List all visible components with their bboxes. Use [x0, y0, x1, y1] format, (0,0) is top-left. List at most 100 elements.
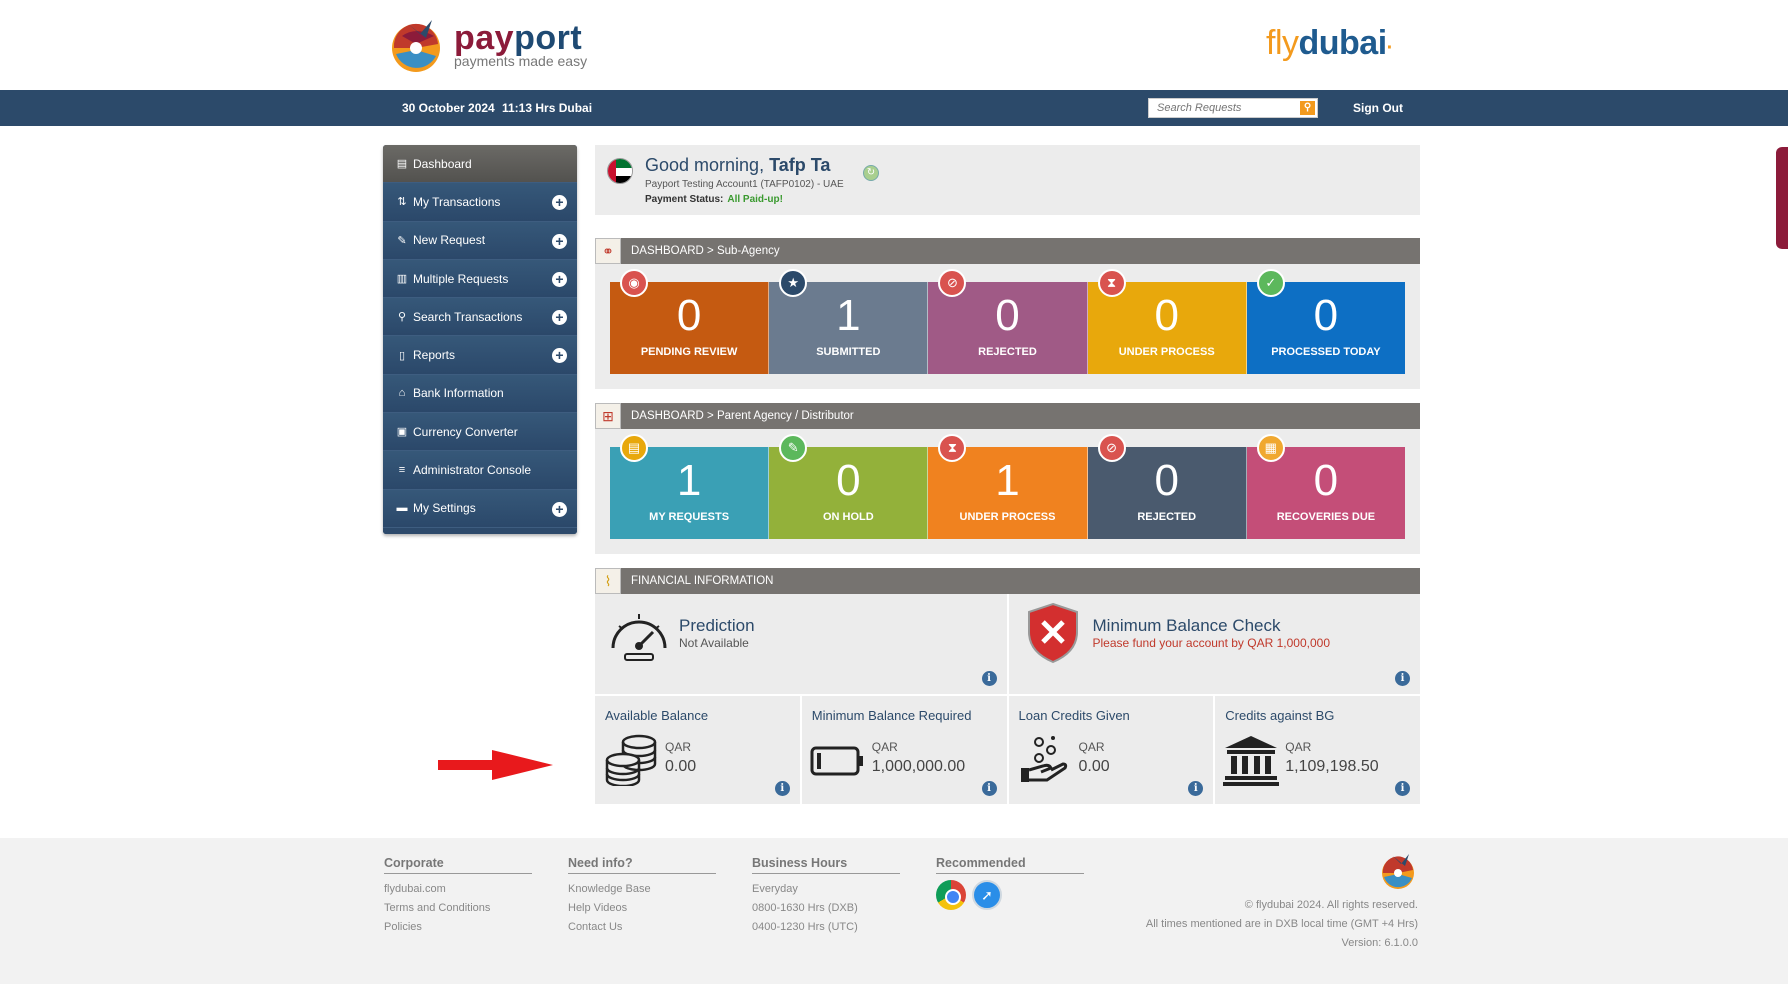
tile-my-requests[interactable]: ▤ 1 MY REQUESTS	[610, 434, 770, 539]
signout-link[interactable]: Sign Out	[1353, 101, 1403, 115]
tile-under-process[interactable]: ⧗ 1 UNDER PROCESS	[928, 434, 1088, 539]
greeting-salutation: Good morning,	[645, 155, 765, 175]
footer-link[interactable]: Terms and Conditions	[384, 899, 532, 918]
footer-link[interactable]: Knowledge Base	[568, 880, 716, 899]
search-icon[interactable]: ⚲	[1300, 101, 1315, 115]
tile-value: 1	[836, 291, 861, 340]
info-icon[interactable]: i	[981, 671, 997, 686]
feedback-tab[interactable]	[1776, 147, 1788, 249]
eye-icon: ◉	[620, 269, 648, 297]
search-icon: ⚲	[397, 311, 407, 324]
sidebar-item-label: Reports	[413, 348, 456, 363]
sidebar-item-label: Search Transactions	[413, 309, 523, 324]
footer-heading: Recommended	[936, 856, 1084, 874]
briefcase-icon: ▬	[396, 502, 408, 515]
tile-label: PENDING REVIEW	[640, 346, 738, 358]
star-icon: ★	[779, 269, 808, 297]
info-icon[interactable]: i	[981, 781, 997, 796]
search-requests-input[interactable]	[1149, 99, 1299, 117]
sidebar-item-administrator-console[interactable]: ≡ Administrator Console	[383, 451, 577, 490]
tile-under-process[interactable]: ⧗ 0 UNDER PROCESS	[1087, 269, 1247, 374]
speedometer-icon	[611, 614, 667, 661]
payport-footer-logo-icon	[1382, 854, 1414, 889]
footer-link[interactable]: flydubai.com	[384, 880, 532, 899]
sidebar-item-new-request[interactable]: ✎ New Request +	[383, 221, 577, 260]
sidebar-item-label: My Settings	[413, 501, 476, 516]
flydubai-logo[interactable]: flydubai·	[1266, 24, 1393, 63]
copyright-text: © flydubai 2024. All rights reserved.	[1244, 899, 1418, 911]
sidebar-item-label: Administrator Console	[413, 463, 532, 478]
expand-plus-icon[interactable]: +	[552, 501, 567, 517]
sidebar-item-multiple-requests[interactable]: ▥ Multiple Requests +	[383, 259, 577, 299]
balance-title: Available Balance	[605, 708, 709, 723]
sidebar-item-reports[interactable]: ▯ Reports +	[383, 336, 577, 375]
min-balance-title: Minimum Balance Check	[1092, 616, 1281, 635]
sidebar-item-currency-converter[interactable]: ▣ Currency Converter	[383, 413, 577, 452]
tile-rejected[interactable]: ⊘ 0 REJECTED	[928, 269, 1088, 374]
footer-corporate: Corporate flydubai.com Terms and Conditi…	[384, 856, 532, 937]
brand-port: port	[514, 19, 583, 57]
safari-icon[interactable]: ➚	[972, 880, 1002, 910]
sidebar-item-bank-information[interactable]: ⌂ Bank Information	[383, 374, 577, 414]
info-icon[interactable]: i	[1188, 781, 1204, 796]
sidebar-item-dashboard[interactable]: ▤ Dashboard	[383, 145, 577, 184]
tile-label: MY REQUESTS	[649, 511, 730, 523]
tile-on-hold[interactable]: ✎ 0 ON HOLD	[769, 434, 929, 539]
footer-link[interactable]: Help Videos	[568, 899, 716, 918]
footer-link[interactable]: Policies	[384, 918, 532, 937]
tile-processed-today[interactable]: ✓ 0 PROCESSED TODAY	[1246, 269, 1406, 374]
info-icon[interactable]: i	[1395, 671, 1410, 686]
info-icon[interactable]: i	[1395, 781, 1410, 796]
expand-plus-icon[interactable]: +	[552, 271, 567, 287]
tile-value: 0	[995, 291, 1020, 340]
sidebar-menu: ▤ Dashboard ⇅ My Transactions + ✎ New Re…	[383, 145, 577, 534]
airline-dubai: dubai	[1298, 24, 1388, 62]
available-balance-card: Available Balance QAR 0.00 i	[595, 696, 802, 804]
sidebar-item-label: Currency Converter	[413, 424, 518, 439]
refresh-icon[interactable]: ↻	[863, 165, 879, 181]
balance-value: 0.00	[1078, 758, 1110, 775]
footer-right: © flydubai 2024. All rights reserved. Al…	[1146, 896, 1418, 953]
hand-coins-icon	[1020, 736, 1067, 782]
loan-credits-given-card: Loan Credits Given QAR 0.00 i	[1009, 696, 1216, 804]
expand-plus-icon[interactable]: +	[552, 195, 567, 211]
tile-value: 0	[836, 456, 861, 505]
expand-plus-icon[interactable]: +	[552, 348, 567, 364]
chart-icon: ⌇	[595, 568, 621, 594]
tile-label: UNDER PROCESS	[1118, 346, 1215, 358]
uae-flag-icon	[607, 158, 633, 184]
sidebar-item-search-transactions[interactable]: ⚲ Search Transactions +	[383, 298, 577, 337]
sitemap-icon: ⊞	[595, 403, 621, 429]
edit-icon: ✎	[397, 234, 407, 247]
main-content: Good morning, Tafp Ta ↻ Payport Testing …	[595, 145, 1420, 804]
tile-label: ON HOLD	[822, 511, 874, 523]
footer-link[interactable]: Contact Us	[568, 918, 716, 937]
chrome-icon[interactable]	[936, 880, 966, 910]
expand-plus-icon[interactable]: +	[552, 310, 567, 326]
expand-plus-icon[interactable]: +	[552, 233, 567, 249]
sidebar-item-my-settings[interactable]: ▬ My Settings +	[383, 489, 577, 528]
tile-pending-review[interactable]: ◉ 0 PENDING REVIEW	[610, 269, 770, 374]
balance-value: 1,109,198.50	[1285, 758, 1379, 775]
info-icon[interactable]: i	[774, 781, 790, 796]
report-icon: ▯	[398, 349, 406, 362]
sidebar-item-my-transactions[interactable]: ⇅ My Transactions +	[383, 183, 577, 222]
payport-logo[interactable]: payport payments made easy	[386, 14, 587, 76]
footer-text: 0400-1230 Hrs (UTC)	[752, 921, 858, 933]
tile-rejected[interactable]: ⊘ 0 REJECTED	[1087, 434, 1247, 539]
tile-submitted[interactable]: ★ 1 SUBMITTED	[769, 269, 929, 374]
balance-cards: Available Balance QAR 0.00 i Minimum Bal…	[595, 694, 1420, 804]
footer-heading: Corporate	[384, 856, 532, 874]
footer-text: 0800-1630 Hrs (DXB)	[752, 902, 858, 914]
sidebar-bottom	[383, 527, 577, 534]
financial-title: FINANCIAL INFORMATION	[631, 575, 774, 587]
tile-value: 0	[1313, 291, 1339, 340]
hourglass-icon: ⧗	[1097, 269, 1126, 297]
tile-recoveries-due[interactable]: ▦ 0 RECOVERIES DUE	[1246, 434, 1406, 539]
sidebar-item-label: New Request	[413, 233, 486, 248]
parent-body: ▤ 1 MY REQUESTS ✎ 0 ON HOLD ⧗ 1 UNDER PR…	[595, 429, 1420, 554]
sidebar-item-label: My Transactions	[413, 194, 501, 209]
footer-text: Everyday	[752, 883, 798, 895]
sidebar-item-label: Dashboard	[413, 156, 472, 171]
footer-heading: Need info?	[568, 856, 716, 874]
